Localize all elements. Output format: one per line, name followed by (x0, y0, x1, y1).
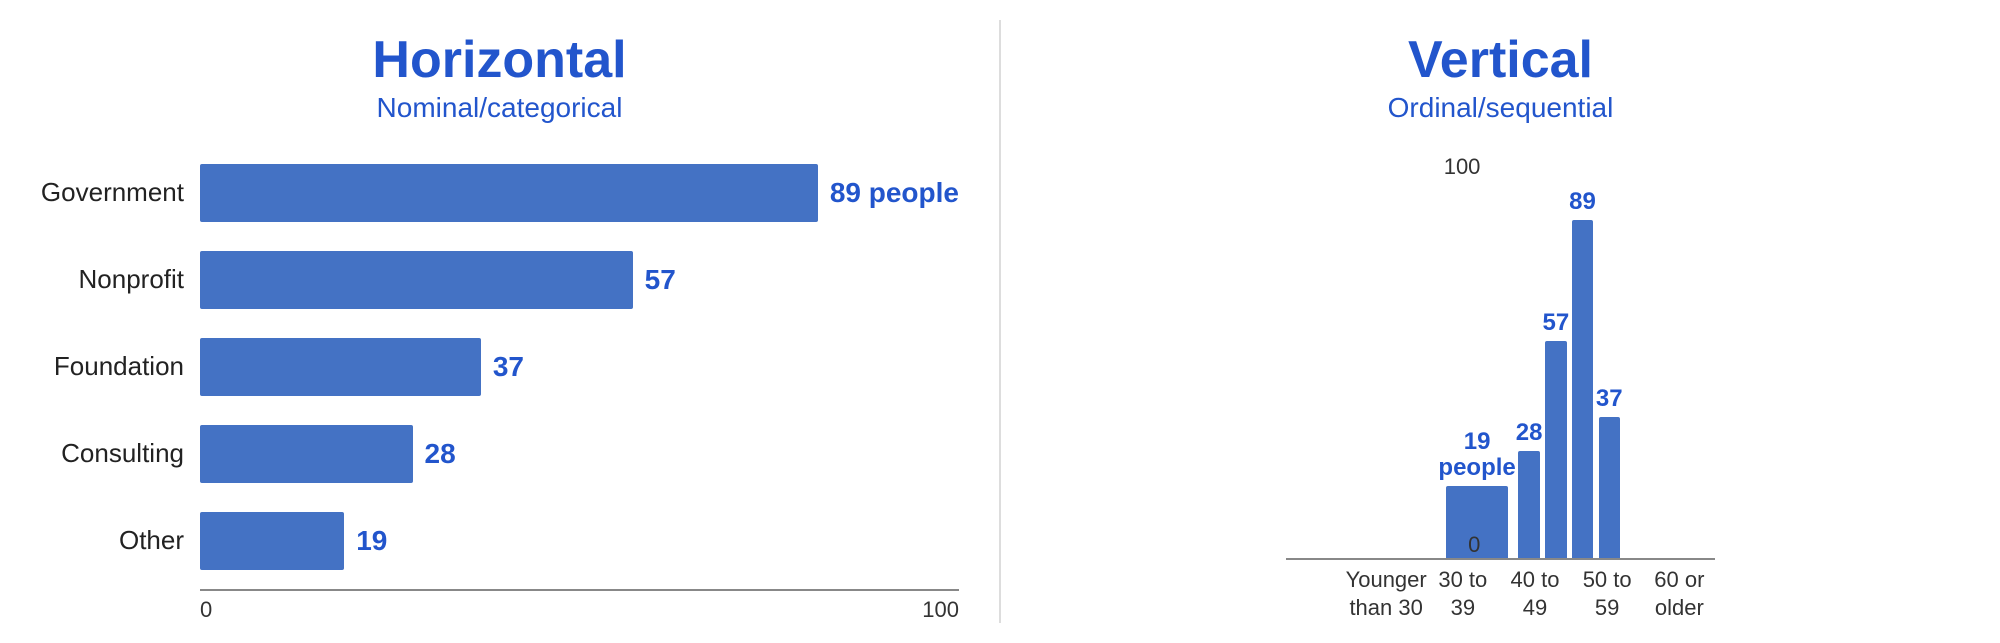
v-x-label: 60 or older (1643, 566, 1715, 623)
h-bar-row: Government 89 people (40, 154, 959, 231)
horizontal-title: Horizontal (372, 30, 626, 90)
h-axis-label: 0 (200, 597, 212, 623)
h-bar-wrap: 89 people (200, 164, 959, 222)
v-bar (1599, 417, 1620, 558)
v-x-label: 50 to 59 (1571, 566, 1643, 623)
horizontal-subtitle: Nominal/categorical (377, 92, 623, 124)
h-bar-value: 89 people (830, 177, 959, 209)
h-bar (200, 164, 818, 222)
h-bar (200, 512, 344, 570)
h-bar-value: 28 (425, 438, 456, 470)
h-bar (200, 251, 633, 309)
v-bar-col: 57 (1542, 309, 1569, 558)
h-bar-value: 37 (493, 351, 524, 383)
v-bar-col: 89 (1569, 188, 1596, 558)
h-bar-label: Consulting (40, 438, 200, 469)
h-bar (200, 338, 481, 396)
v-bar-value: 57 (1542, 309, 1569, 337)
vertical-subtitle: Ordinal/sequential (1388, 92, 1614, 124)
v-y-label: 0 (1468, 532, 1480, 558)
h-bar-label: Nonprofit (40, 264, 200, 295)
vertical-bars-container: 1000 19 people28578937 (1378, 154, 1622, 558)
v-bar-col: 37 (1596, 385, 1623, 558)
horizontal-axis: 0 100 (200, 589, 959, 623)
vertical-y-axis: 100 0 (1438, 154, 1488, 558)
h-axis-label: 100 (922, 597, 959, 623)
v-bar-value: 37 (1596, 385, 1623, 413)
v-bar-value: 89 (1569, 188, 1596, 216)
h-bar-value: 19 (356, 525, 387, 557)
v-x-label: 40 to 49 (1499, 566, 1571, 623)
v-bar-col: 28 (1516, 419, 1543, 557)
h-bar-row: Foundation 37 (40, 328, 959, 405)
vertical-x-labels: Younger than 3030 to 3940 to 4950 to 596… (1286, 558, 1716, 623)
horizontal-chart-section: Horizontal Nominal/categorical Governmen… (0, 0, 999, 643)
h-bar-label: Foundation (40, 351, 200, 382)
h-bar-row: Consulting 28 (40, 415, 959, 492)
v-bar-value: 28 (1516, 419, 1543, 447)
vertical-chart-section: Vertical Ordinal/sequential 1000 19 peop… (1001, 0, 2000, 643)
v-bar (1518, 451, 1539, 557)
h-bar-label: Government (40, 177, 200, 208)
v-x-label: 30 to 39 (1427, 566, 1499, 623)
h-bar-value: 57 (645, 264, 676, 296)
vertical-title: Vertical (1408, 30, 1593, 90)
h-bar-wrap: 57 (200, 251, 959, 309)
v-x-label: Younger than 30 (1346, 566, 1427, 623)
h-bar-wrap: 37 (200, 338, 959, 396)
h-bar-row: Nonprofit 57 (40, 241, 959, 318)
v-y-label: 100 (1444, 154, 1481, 180)
h-bar-row: Other 19 (40, 502, 959, 579)
h-bar-label: Other (40, 525, 200, 556)
horizontal-chart-area: Government 89 people Nonprofit 57 Foundation… (40, 154, 959, 589)
h-bar-wrap: 28 (200, 425, 959, 483)
v-bar (1545, 341, 1566, 558)
v-bar (1572, 220, 1593, 558)
h-bar-wrap: 19 (200, 512, 959, 570)
h-bar (200, 425, 413, 483)
